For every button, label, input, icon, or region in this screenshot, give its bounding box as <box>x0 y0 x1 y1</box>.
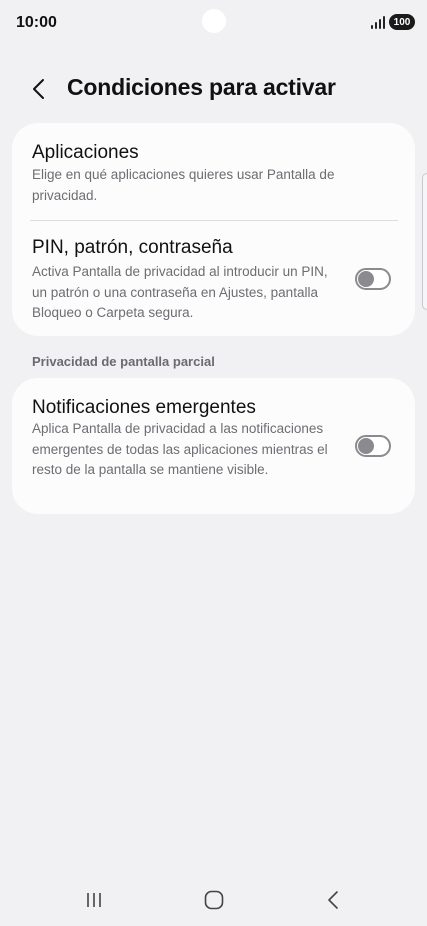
toggle-knob <box>358 271 374 287</box>
apps-setting-description: Elige en qué aplicaciones quieres usar P… <box>32 167 335 203</box>
partial-privacy-card: Notificaciones emergentes Aplica Pantall… <box>12 378 415 514</box>
status-bar: 10:00 100 <box>0 0 427 48</box>
home-button[interactable] <box>184 874 244 926</box>
notifications-setting-description: Aplica Pantalla de privacidad a las noti… <box>32 421 328 477</box>
pin-setting-description: Activa Pantalla de privacidad al introdu… <box>32 264 328 320</box>
apps-setting-row[interactable]: Aplicaciones Elige en qué aplicaciones q… <box>12 123 415 220</box>
pin-setting-row[interactable]: PIN, patrón, contraseña Activa Pantalla … <box>12 221 415 336</box>
signal-icon <box>371 15 385 29</box>
back-button[interactable] <box>24 74 54 104</box>
back-icon <box>328 891 338 909</box>
battery-icon: 100 <box>389 14 415 30</box>
page-title: Condiciones para activar <box>67 74 336 100</box>
battery-level: 100 <box>393 16 411 28</box>
screen: 10:00 100 Condiciones para activar Aplic… <box>0 0 427 926</box>
edge-panel-handle[interactable] <box>422 173 427 310</box>
status-icons: 100 <box>371 14 415 30</box>
toggle-knob <box>358 438 374 454</box>
pin-setting-title: PIN, patrón, contraseña <box>32 237 233 258</box>
notifications-setting-title: Notificaciones emergentes <box>32 397 256 418</box>
front-camera <box>202 9 226 33</box>
notifications-toggle[interactable] <box>355 435 391 457</box>
home-icon <box>204 890 224 910</box>
navigation-bar <box>0 874 427 926</box>
pin-toggle[interactable] <box>355 268 391 290</box>
status-time: 10:00 <box>16 14 57 31</box>
chevron-left-icon <box>33 79 44 99</box>
page-header: Condiciones para activar <box>0 66 427 110</box>
apps-setting-title: Aplicaciones <box>32 142 139 163</box>
recent-apps-button[interactable] <box>64 874 124 926</box>
back-nav-button[interactable] <box>303 874 363 926</box>
conditions-card: Aplicaciones Elige en qué aplicaciones q… <box>12 123 415 336</box>
notifications-setting-row[interactable]: Notificaciones emergentes Aplica Pantall… <box>12 378 415 514</box>
section-header: Privacidad de pantalla parcial <box>32 354 215 369</box>
recent-apps-icon <box>87 893 101 907</box>
